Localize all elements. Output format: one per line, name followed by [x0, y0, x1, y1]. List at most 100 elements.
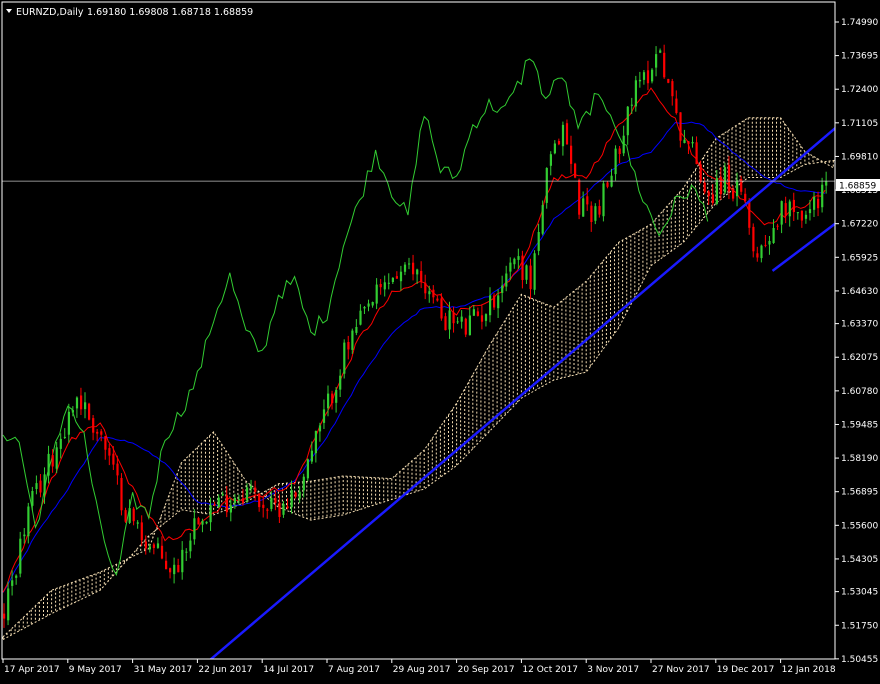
candle-body	[391, 277, 394, 282]
candle-body	[691, 142, 694, 144]
candle-body	[727, 164, 731, 192]
candle-body	[626, 106, 629, 136]
candle-body	[306, 459, 309, 479]
time-tick-label: 14 Jul 2017	[263, 665, 314, 675]
candle-body	[197, 518, 200, 525]
candle-body	[39, 480, 42, 493]
candle-body	[444, 316, 447, 331]
candle-body	[687, 141, 690, 145]
symbol-label: EURNZD,Daily	[16, 7, 84, 18]
candle-body	[96, 431, 99, 434]
candle-body	[456, 321, 459, 323]
candle-body	[108, 448, 111, 456]
candle-body	[88, 403, 91, 420]
candle-body	[464, 318, 467, 335]
price-tick-label: 1.65925	[841, 253, 878, 263]
candle-body	[497, 295, 500, 309]
candle-body	[254, 487, 257, 492]
price-chart[interactable]: 1.749901.736951.724001.711051.698101.685…	[0, 0, 880, 680]
candle-body	[310, 450, 313, 462]
candle-body	[642, 72, 646, 80]
candle-body	[371, 302, 374, 306]
candle-body	[169, 568, 172, 573]
candle-body	[27, 506, 30, 537]
candle-body	[383, 282, 386, 290]
chart[interactable]: 1.74990 1.73695 1.72400 1.71105 1.69810 1.685…	[0, 0, 880, 680]
candle-body	[484, 314, 488, 321]
candle-body	[796, 212, 799, 214]
price-tick-label: 1.59485	[841, 420, 878, 430]
candle-body	[339, 375, 342, 390]
candle-body	[602, 183, 605, 217]
candle-body	[11, 580, 14, 586]
candle-body	[217, 497, 220, 508]
price-tick-label: 1.71105	[841, 119, 878, 129]
candle-body	[23, 534, 26, 537]
candle-body	[104, 436, 107, 450]
candle-body	[270, 497, 273, 509]
candle-body	[570, 145, 573, 164]
candle-body	[250, 486, 253, 489]
time-tick-label: 27 Nov 2017	[652, 665, 710, 675]
price-tick-label: 1.64630	[841, 287, 878, 297]
candle-body	[367, 303, 370, 307]
candle-body	[375, 284, 378, 304]
price-tick-label: 1.55600	[841, 521, 878, 531]
candle-body	[574, 163, 577, 178]
candle-body	[594, 206, 597, 221]
candle-body	[509, 262, 512, 272]
candle-body	[817, 198, 820, 209]
candle-body	[784, 203, 787, 216]
candle-body	[274, 498, 277, 503]
candle-body	[695, 142, 698, 165]
candle-body	[821, 184, 824, 208]
candle-body	[736, 180, 739, 197]
candle-body	[663, 52, 666, 78]
candle-body	[420, 271, 423, 283]
candle-body	[452, 312, 455, 324]
candle-body	[533, 253, 536, 290]
candle-body	[476, 311, 479, 316]
candle-body	[347, 342, 350, 350]
candle-body	[213, 504, 216, 506]
price-tick-label: 1.58190	[841, 454, 878, 464]
candle-body	[128, 508, 131, 523]
candle-body	[715, 178, 718, 204]
candle-body	[634, 80, 637, 107]
candle-body	[173, 564, 176, 575]
candle-body	[201, 520, 204, 525]
candle-body	[460, 316, 463, 322]
candle-body	[804, 214, 808, 219]
candle-body	[399, 271, 403, 282]
candle-body	[667, 79, 670, 83]
candle-body	[752, 226, 755, 252]
candle-body	[428, 291, 431, 295]
candle-body	[711, 194, 714, 203]
candle-body	[521, 255, 524, 280]
candle-body	[258, 493, 261, 508]
candle-body	[67, 411, 70, 435]
candle-body	[578, 179, 581, 215]
candle-body	[432, 289, 435, 298]
candle-body	[181, 549, 184, 573]
price-tick-label: 1.63370	[841, 320, 878, 330]
price-tick-label: 1.51750	[841, 621, 878, 631]
candle-body	[246, 487, 249, 501]
candle-body	[140, 522, 143, 541]
candle-body	[699, 164, 702, 182]
candle-body	[3, 613, 6, 619]
candle-body	[327, 393, 330, 409]
time-tick-label: 17 Apr 2017	[4, 665, 60, 675]
candle-body	[468, 315, 471, 336]
candle-body	[395, 276, 398, 279]
candle-body	[343, 342, 346, 374]
candle-body	[675, 98, 678, 113]
candle-body	[618, 148, 621, 154]
candle-body	[732, 189, 735, 199]
candle-body	[424, 282, 427, 294]
candle-body	[136, 522, 139, 524]
candle-body	[221, 494, 224, 496]
candle-body	[683, 139, 686, 143]
candle-body	[92, 418, 95, 433]
candle-body	[294, 492, 297, 497]
